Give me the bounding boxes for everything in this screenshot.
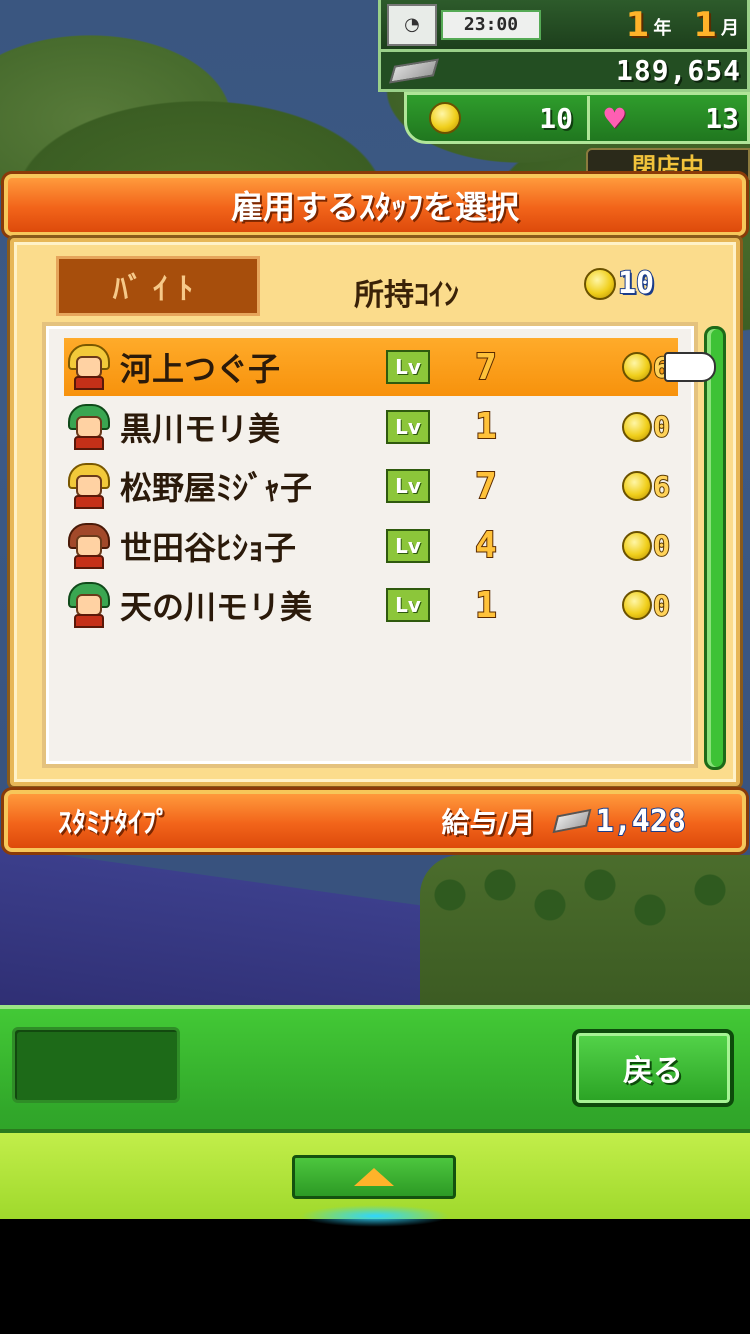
staff-level: 7 [474,346,498,389]
staff-name: 河上つぐ子 [120,350,281,388]
heart-count: 13 [705,101,739,135]
up-arrow-icon [354,1168,394,1186]
avatar-body [74,495,104,509]
staff-row[interactable]: 世田谷ﾋｼｮ子 Lv 4 0 [64,517,678,575]
expand-menu-button[interactable] [292,1155,456,1199]
avatar-body [74,554,104,569]
owned-coins: 10 [584,265,655,302]
staff-cost-value: 0 [652,588,671,623]
avatar-face [76,534,102,557]
avatar-face [76,356,102,378]
staff-cost: 0 [622,588,671,623]
staff-name: 黒川モリ美 [120,409,281,448]
salary-label: 給与/月 [441,806,536,839]
staff-list: 河上つぐ子 Lv 7 6 黒川モリ美 Lv 1 0 松野屋ﾐｼﾞｬ子 Lv 7 … [42,322,698,768]
owned-coins-value: 10 [617,265,655,302]
staff-cost-value: 0 [652,409,671,444]
salary-value: 1,428 [595,803,687,840]
staff-cost-value: 6 [652,469,671,504]
bottom-menu: 戻る [0,1005,750,1219]
hud-divider [586,96,590,140]
coin-icon [622,352,653,382]
staff-row[interactable]: 天の川モリ美 Lv 1 0 [64,576,678,634]
coin-icon [622,590,653,620]
money-icon [389,57,439,84]
scrollbar[interactable] [704,326,726,770]
avatar-face [76,415,102,438]
avatar-body [74,435,104,450]
staff-cost: 0 [622,528,671,563]
staff-cost-value: 0 [652,528,671,563]
clock-icon: ◔ [387,3,437,46]
coin-icon [622,530,653,561]
back-button[interactable]: 戻る [572,1029,734,1107]
year-value: 1 [625,4,650,45]
avatar-face [76,475,102,497]
avatar-body [74,614,104,628]
money-icon [552,808,592,834]
staff-level: 1 [474,584,498,627]
avatar-body [74,376,104,390]
staff-level: 7 [474,465,498,508]
staff-level: 4 [474,524,498,567]
level-badge: Lv [386,350,430,384]
hud-date: 1 年 1 月 [626,7,739,43]
staff-row[interactable]: 松野屋ﾐｼﾞｬ子 Lv 7 6 [64,457,678,515]
year-unit: 年 [653,17,672,39]
staff-cost: 6 [622,350,671,385]
coin-icon [584,267,616,300]
staff-avatar-icon [68,463,110,509]
hud-date-time: ◔ 23:00 1 年 1 月 [378,0,750,52]
staff-cost: 6 [622,469,671,504]
tab-part-time[interactable]: ﾊﾞｲﾄ [56,256,260,316]
level-badge: Lv [386,528,430,563]
money-amount: 189,654 [615,54,741,87]
level-badge: Lv [386,469,430,503]
hud-resources: 10 ♥ 13 [404,92,750,144]
staff-avatar-icon [68,522,110,569]
hud-time: 23:00 [441,9,541,40]
dialog-title: 雇用するｽﾀｯﾌを選択 [4,174,746,236]
level-badge: Lv [386,409,430,444]
staff-row[interactable]: 黒川モリ美 Lv 1 0 [64,398,678,456]
staff-name: 天の川モリ美 [120,588,313,626]
coin-icon [429,102,461,134]
map-forest [420,855,750,1005]
staff-avatar-icon [68,344,110,390]
coin-icon [622,471,653,501]
month-unit: 月 [721,17,739,39]
coin-count: 10 [539,101,573,135]
avatar-face [76,594,102,616]
level-badge: Lv [386,588,430,622]
staff-select-panel: ﾊﾞｲﾄ 所持ｺｲﾝ 10 河上つぐ子 Lv 7 6 黒川モリ美 Lv 1 0 [10,238,740,786]
staff-type: ｽﾀﾐﾅﾀｲﾌﾟ [58,806,171,839]
month-value: 1 [693,4,717,45]
staff-name: 世田谷ﾋｼｮ子 [120,528,297,567]
coin-icon [622,411,653,442]
staff-cost: 0 [622,409,671,444]
heart-icon: ♥ [601,101,628,135]
empty-menu-slot [12,1027,180,1103]
staff-avatar-icon [68,582,110,628]
staff-level: 1 [474,405,498,448]
hud-money: 189,654 [378,52,750,92]
owned-coins-label: 所持ｺｲﾝ [354,278,459,313]
menu-glow [300,1205,450,1227]
staff-name: 松野屋ﾐｼﾞｬ子 [120,469,313,507]
pointer-hand-icon [664,352,716,382]
staff-row[interactable]: 河上つぐ子 Lv 7 6 [64,338,678,396]
staff-info-bar: ｽﾀﾐﾅﾀｲﾌﾟ 給与/月 1,428 [4,790,746,852]
staff-avatar-icon [68,403,110,450]
